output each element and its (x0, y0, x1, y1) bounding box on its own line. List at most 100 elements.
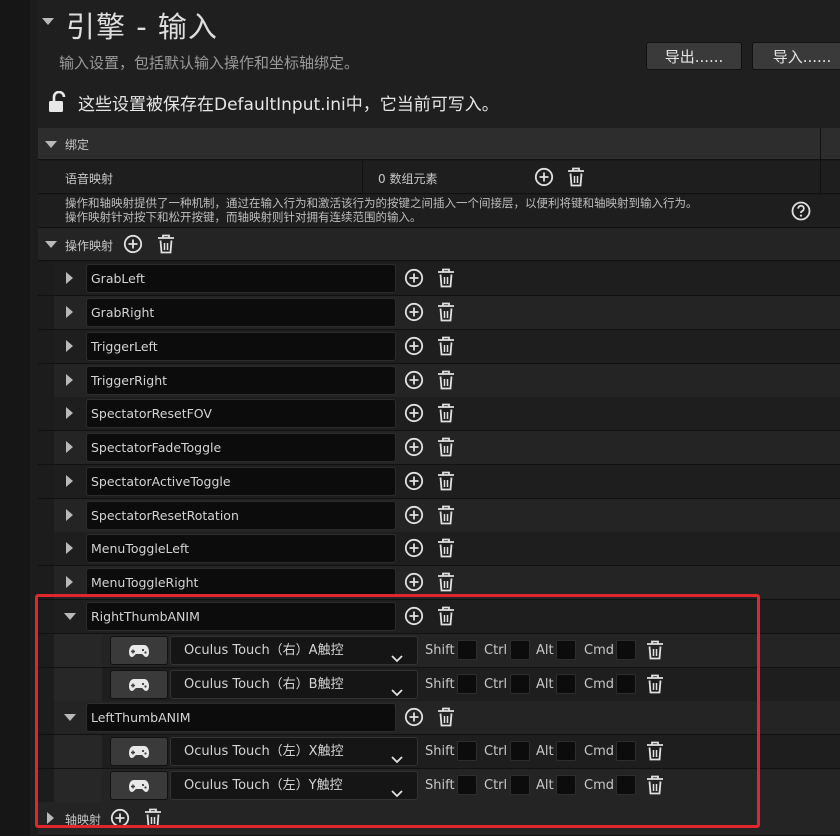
trash-icon[interactable] (143, 807, 163, 829)
trash-icon[interactable] (566, 166, 586, 188)
add-icon[interactable] (404, 707, 424, 727)
action-mapping-row[interactable]: SpectatorActiveToggle (38, 465, 840, 499)
modifier-ctrl-checkbox[interactable] (510, 775, 530, 795)
key-selector[interactable]: Oculus Touch（右）B触控 (170, 670, 418, 699)
action-mappings-header[interactable]: 操作映射 (38, 228, 840, 261)
trash-icon[interactable] (436, 402, 456, 424)
expand-caret-icon[interactable] (66, 374, 73, 386)
action-name-field[interactable]: MenuToggleLeft (86, 534, 396, 563)
action-mapping-row[interactable]: MenuToggleLeft (38, 532, 840, 566)
modifier-shift-checkbox[interactable] (457, 741, 477, 761)
trash-icon[interactable] (645, 774, 665, 796)
trash-icon[interactable] (436, 335, 456, 357)
action-mapping-row[interactable]: RightThumbANIM (38, 600, 840, 634)
add-icon[interactable] (404, 538, 424, 558)
trash-icon[interactable] (436, 537, 456, 559)
expand-caret-icon[interactable] (45, 241, 57, 248)
modifier-ctrl-checkbox[interactable] (510, 674, 530, 694)
key-selector[interactable]: Oculus Touch（左）X触控 (170, 737, 418, 766)
action-name-field[interactable]: SpectatorResetFOV (86, 399, 396, 428)
modifier-alt-checkbox[interactable] (556, 640, 576, 660)
expand-caret-icon[interactable] (66, 509, 73, 521)
trash-icon[interactable] (436, 706, 456, 728)
help-icon[interactable] (791, 201, 811, 221)
action-name-field[interactable]: TriggerLeft (86, 332, 396, 361)
add-icon[interactable] (404, 437, 424, 457)
import-button[interactable]: 导入...... (752, 42, 840, 70)
expand-caret-icon[interactable] (66, 542, 73, 554)
expand-caret-icon[interactable] (64, 714, 76, 721)
key-selector[interactable]: Oculus Touch（左）Y触控 (170, 771, 418, 800)
modifier-alt-checkbox[interactable] (556, 741, 576, 761)
add-icon[interactable] (404, 403, 424, 423)
action-mapping-row[interactable]: LeftThumbANIM (38, 701, 840, 735)
axis-mappings-header[interactable]: 轴映射 (38, 802, 840, 836)
action-name-field[interactable]: MenuToggleRight (86, 568, 396, 597)
modifier-cmd-checkbox[interactable] (616, 741, 636, 761)
expand-caret-icon[interactable] (47, 812, 54, 824)
expand-caret-icon[interactable] (66, 340, 73, 352)
add-icon[interactable] (123, 234, 143, 254)
expand-caret-icon[interactable] (45, 141, 57, 148)
modifier-ctrl-checkbox[interactable] (510, 640, 530, 660)
action-name-field[interactable]: SpectatorActiveToggle (86, 467, 396, 496)
action-name-field[interactable]: SpectatorResetRotation (86, 501, 396, 530)
action-name-field[interactable]: RightThumbANIM (86, 602, 396, 631)
trash-icon[interactable] (436, 571, 456, 593)
action-mapping-row[interactable]: SpectatorResetFOV (38, 397, 840, 431)
modifier-shift-checkbox[interactable] (457, 640, 477, 660)
trash-icon[interactable] (645, 740, 665, 762)
modifier-shift-checkbox[interactable] (457, 775, 477, 795)
trash-icon[interactable] (156, 233, 176, 255)
trash-icon[interactable] (645, 673, 665, 695)
key-selector[interactable]: Oculus Touch（右）A触控 (170, 636, 418, 665)
action-mapping-row[interactable]: GrabLeft (38, 262, 840, 296)
trash-icon[interactable] (436, 267, 456, 289)
trash-icon[interactable] (436, 369, 456, 391)
action-mapping-row[interactable]: TriggerRight (38, 364, 840, 398)
add-icon[interactable] (404, 572, 424, 592)
action-name-field[interactable]: TriggerRight (86, 366, 396, 395)
gamepad-icon[interactable] (110, 636, 168, 665)
modifier-alt-checkbox[interactable] (556, 674, 576, 694)
gamepad-icon[interactable] (110, 670, 168, 699)
action-name-field[interactable]: GrabLeft (86, 264, 396, 293)
modifier-alt-checkbox[interactable] (556, 775, 576, 795)
action-mapping-row[interactable]: SpectatorFadeToggle (38, 431, 840, 465)
trash-icon[interactable] (436, 301, 456, 323)
add-icon[interactable] (534, 167, 554, 187)
expand-caret-icon[interactable] (66, 272, 73, 284)
add-icon[interactable] (404, 505, 424, 525)
expand-caret-icon[interactable] (66, 475, 73, 487)
add-icon[interactable] (404, 471, 424, 491)
action-name-field[interactable]: GrabRight (86, 298, 396, 327)
export-button[interactable]: 导出...... (646, 42, 742, 70)
collapse-caret-icon[interactable] (42, 18, 54, 25)
action-mapping-row[interactable]: GrabRight (38, 296, 840, 330)
trash-icon[interactable] (436, 504, 456, 526)
trash-icon[interactable] (645, 639, 665, 661)
modifier-shift-checkbox[interactable] (457, 674, 477, 694)
gamepad-icon[interactable] (110, 771, 168, 800)
expand-caret-icon[interactable] (66, 306, 73, 318)
expand-caret-icon[interactable] (66, 407, 73, 419)
trash-icon[interactable] (436, 605, 456, 627)
action-name-field[interactable]: LeftThumbANIM (86, 703, 396, 732)
modifier-cmd-checkbox[interactable] (616, 640, 636, 660)
add-icon[interactable] (404, 336, 424, 356)
action-name-field[interactable]: SpectatorFadeToggle (86, 433, 396, 462)
expand-caret-icon[interactable] (66, 576, 73, 588)
action-mapping-row[interactable]: MenuToggleRight (38, 566, 840, 600)
modifier-cmd-checkbox[interactable] (616, 674, 636, 694)
add-icon[interactable] (404, 268, 424, 288)
bindings-section-header[interactable]: 绑定 (38, 128, 840, 160)
expand-caret-icon[interactable] (64, 613, 76, 620)
modifier-cmd-checkbox[interactable] (616, 775, 636, 795)
add-icon[interactable] (110, 808, 130, 828)
trash-icon[interactable] (436, 436, 456, 458)
action-mapping-row[interactable]: TriggerLeft (38, 330, 840, 364)
action-mapping-row[interactable]: SpectatorResetRotation (38, 499, 840, 533)
expand-caret-icon[interactable] (66, 441, 73, 453)
add-icon[interactable] (404, 606, 424, 626)
add-icon[interactable] (404, 302, 424, 322)
